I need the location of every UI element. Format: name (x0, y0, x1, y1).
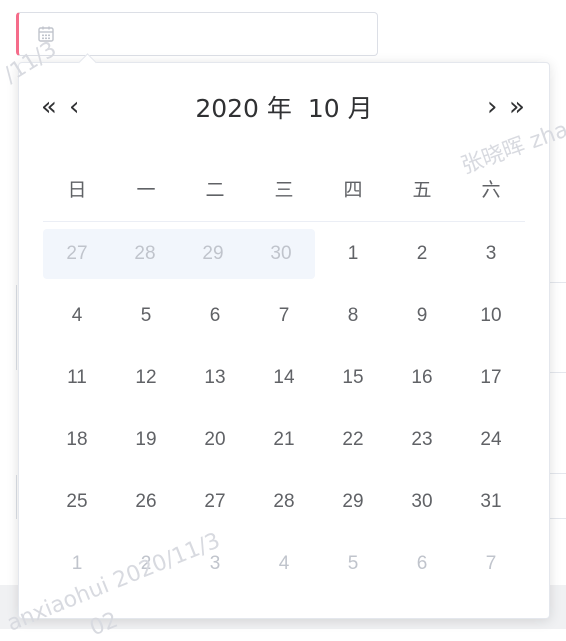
date-field[interactable] (63, 21, 367, 49)
next-month-button[interactable]: › (487, 91, 497, 123)
weekday-mon: 一 (136, 179, 156, 201)
date-cell-prev-month[interactable]: 29 (179, 229, 247, 279)
date-cell-next-month[interactable]: 7 (457, 539, 525, 589)
date-cell[interactable]: 21 (250, 415, 318, 465)
date-cell-next-month[interactable]: 5 (319, 539, 387, 589)
date-cell[interactable]: 28 (250, 477, 318, 527)
calendar-icon (37, 25, 55, 43)
weekday-wed: 三 (274, 179, 294, 201)
date-cell[interactable]: 16 (388, 353, 456, 403)
month-label[interactable]: 10 月 (308, 94, 373, 123)
date-cell[interactable]: 1 (319, 229, 387, 279)
date-cell[interactable]: 26 (112, 477, 180, 527)
date-cell-next-month[interactable]: 3 (181, 539, 249, 589)
date-cell[interactable]: 4 (43, 291, 111, 341)
date-cell[interactable]: 17 (457, 353, 525, 403)
date-cell[interactable]: 23 (388, 415, 456, 465)
date-cell[interactable]: 13 (181, 353, 249, 403)
date-cell[interactable]: 15 (319, 353, 387, 403)
year-label[interactable]: 2020 年 (195, 94, 292, 123)
date-cell[interactable]: 18 (43, 415, 111, 465)
date-cell[interactable]: 22 (319, 415, 387, 465)
date-cell-next-month[interactable]: 6 (388, 539, 456, 589)
date-cell[interactable]: 20 (181, 415, 249, 465)
date-cell[interactable]: 31 (457, 477, 525, 527)
date-cell-prev-month[interactable]: 27 (43, 229, 111, 279)
date-cell[interactable]: 27 (181, 477, 249, 527)
weekday-fri: 五 (412, 179, 432, 201)
date-cell[interactable]: 12 (112, 353, 180, 403)
weekday-thu: 四 (343, 179, 363, 201)
date-cell-next-month[interactable]: 1 (43, 539, 111, 589)
date-cell[interactable]: 24 (457, 415, 525, 465)
background-edge (16, 285, 17, 370)
date-cell-prev-month[interactable]: 28 (111, 229, 179, 279)
date-cell[interactable]: 25 (43, 477, 111, 527)
date-cell[interactable]: 3 (457, 229, 525, 279)
date-cell[interactable]: 19 (112, 415, 180, 465)
date-cell[interactable]: 7 (250, 291, 318, 341)
picker-header: « ‹ 2020 年 10 月 › » (19, 63, 549, 149)
date-cell[interactable]: 14 (250, 353, 318, 403)
date-cell-next-month[interactable]: 4 (250, 539, 318, 589)
date-cell[interactable]: 29 (319, 477, 387, 527)
date-cell-next-month[interactable]: 2 (112, 539, 180, 589)
date-cell[interactable]: 9 (388, 291, 456, 341)
weekday-sun: 日 (67, 179, 87, 201)
date-cell[interactable]: 10 (457, 291, 525, 341)
date-cell[interactable]: 2 (388, 229, 456, 279)
date-cell-prev-month[interactable]: 30 (247, 229, 315, 279)
picker-title: 2020 年 10 月 (19, 89, 549, 125)
weekday-header: 日 一 二 三 四 五 六 (43, 175, 525, 222)
date-cell[interactable]: 6 (181, 291, 249, 341)
date-cell[interactable]: 11 (43, 353, 111, 403)
weekday-tue: 二 (205, 179, 225, 201)
date-cell[interactable]: 8 (319, 291, 387, 341)
date-picker-popup: « ‹ 2020 年 10 月 › » 日 一 二 三 四 五 六 27 28 … (18, 53, 550, 619)
next-year-button[interactable]: » (509, 91, 525, 123)
date-cell[interactable]: 5 (112, 291, 180, 341)
date-picker-input[interactable] (16, 12, 378, 56)
date-cell[interactable]: 30 (388, 477, 456, 527)
weekday-sat: 六 (481, 179, 501, 201)
background-edge (16, 475, 17, 519)
